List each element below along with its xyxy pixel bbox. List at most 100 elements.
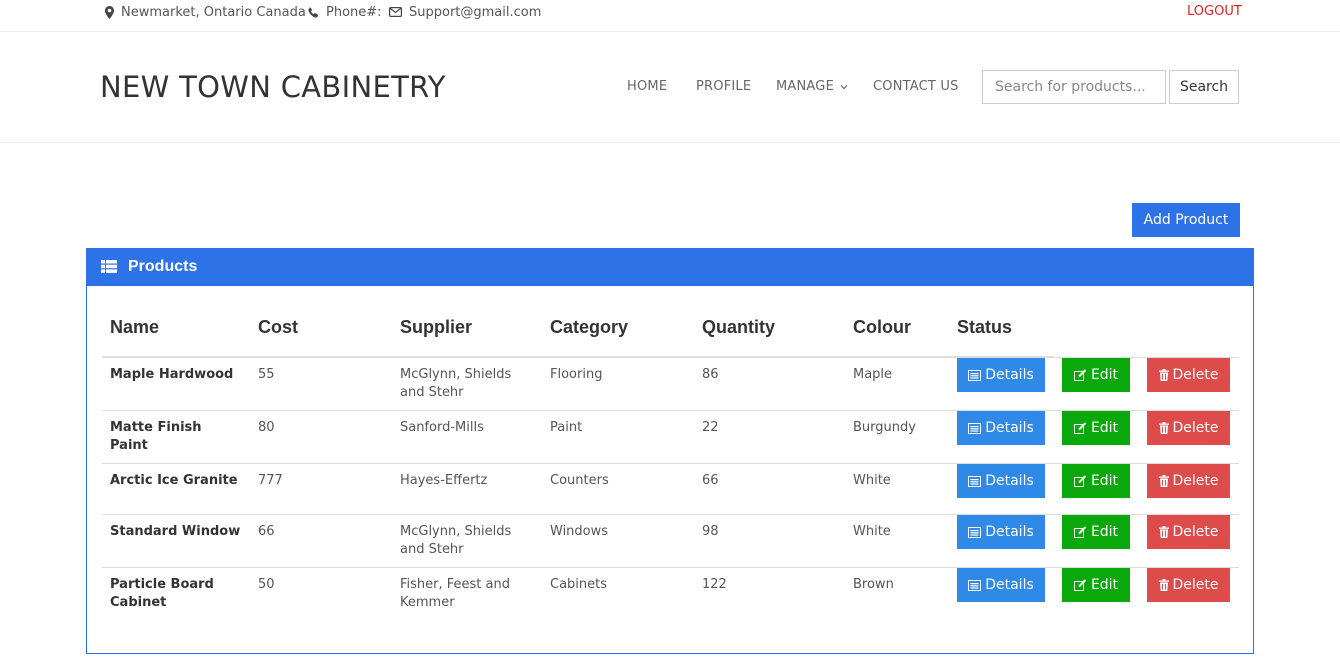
table-row: Arctic Ice Granite 777 Hayes-Effertz Cou…	[102, 463, 1239, 515]
table-row: Matte Finish Paint 80 Sanford-Mills Pain…	[102, 410, 1239, 464]
cell-category: Flooring	[550, 367, 603, 382]
cell-name: Arctic Ice Granite	[102, 463, 250, 515]
column-header-category: Category	[542, 299, 694, 358]
details-button[interactable]: Details	[957, 411, 1045, 445]
cell-cost: 80	[250, 410, 392, 464]
cell-supplier: Fisher, Feest and Kemmer	[392, 567, 542, 621]
edit-label: Edit	[1090, 420, 1119, 436]
list-alt-icon	[968, 422, 982, 434]
cell-name: Standard Window	[102, 514, 250, 568]
cell-quantity: 22	[694, 410, 845, 464]
cell-colour: White	[845, 463, 949, 515]
edit-button[interactable]: Edit	[1062, 515, 1130, 549]
column-header-name: Name	[102, 299, 250, 358]
panel-title: Products	[128, 258, 198, 275]
nav-contact-us[interactable]: CONTACT US	[873, 79, 959, 94]
edit-button[interactable]: Edit	[1062, 568, 1130, 602]
delete-button[interactable]: Delete	[1147, 464, 1230, 498]
details-button[interactable]: Details	[957, 464, 1045, 498]
site-header: NEW TOWN CABINETRY HOME PROFILE MANAGE C…	[0, 32, 1340, 143]
phone-info: Phone#:	[308, 4, 382, 20]
edit-label: Edit	[1090, 577, 1119, 593]
cell-name: Maple Hardwood	[110, 367, 234, 382]
cell-quantity: 66	[694, 463, 845, 515]
nav-profile[interactable]: PROFILE	[696, 79, 751, 94]
delete-label: Delete	[1172, 473, 1219, 489]
table-row: Particle Board Cabinet 50 Fisher, Feest …	[102, 567, 1239, 621]
list-alt-icon	[968, 369, 982, 381]
cell-supplier: McGlynn, Shields and Stehr	[392, 514, 542, 568]
delete-button[interactable]: Delete	[1147, 357, 1230, 392]
cell-category: Paint	[542, 410, 694, 464]
cell-quantity: 98	[694, 514, 845, 568]
list-alt-icon	[968, 475, 982, 487]
email-text: Support@gmail.com	[409, 4, 542, 20]
map-marker-icon	[105, 5, 114, 19]
details-label: Details	[985, 367, 1034, 383]
cell-name: Particle Board Cabinet	[102, 567, 250, 621]
cell-category: Counters	[542, 463, 694, 515]
products-table: Name Cost Supplier Category Quantity Col…	[102, 299, 1239, 621]
details-label: Details	[985, 473, 1034, 489]
column-header-colour: Colour	[845, 299, 949, 358]
edit-label: Edit	[1090, 473, 1119, 489]
cell-colour: Burgundy	[845, 410, 949, 464]
details-button[interactable]: Details	[957, 358, 1045, 392]
edit-icon	[1073, 579, 1087, 591]
column-header-status: Status	[949, 299, 1054, 358]
logout-link[interactable]: LOGOUT	[1187, 4, 1242, 19]
cell-category: Cabinets	[542, 567, 694, 621]
trash-icon	[1158, 475, 1169, 487]
list-icon	[101, 260, 117, 273]
delete-button[interactable]: Delete	[1147, 515, 1230, 549]
cell-cost: 55	[258, 367, 275, 382]
details-button[interactable]: Details	[957, 515, 1045, 549]
search-button[interactable]: Search	[1169, 70, 1239, 104]
nav-manage[interactable]: MANAGE	[776, 79, 848, 94]
cell-category: Windows	[542, 514, 694, 568]
edit-label: Edit	[1090, 524, 1119, 540]
edit-icon	[1073, 422, 1087, 434]
edit-button[interactable]: Edit	[1062, 411, 1130, 445]
edit-icon	[1073, 368, 1087, 381]
edit-icon	[1073, 526, 1087, 538]
site-brand[interactable]: NEW TOWN CABINETRY	[100, 70, 446, 104]
edit-button[interactable]: Edit	[1062, 464, 1130, 498]
list-alt-icon	[968, 526, 982, 538]
details-button[interactable]: Details	[957, 568, 1045, 602]
add-product-button[interactable]: Add Product	[1132, 203, 1240, 237]
delete-label: Delete	[1172, 577, 1219, 593]
cell-colour: Brown	[845, 567, 949, 621]
details-label: Details	[985, 420, 1034, 436]
column-header-quantity: Quantity	[694, 299, 845, 358]
delete-button[interactable]: Delete	[1147, 568, 1230, 602]
list-alt-icon	[968, 579, 982, 591]
nav-home[interactable]: HOME	[627, 79, 667, 94]
search-input[interactable]	[982, 70, 1166, 104]
products-panel: Products Name Cost Supplier Category Qua…	[86, 248, 1254, 654]
phone-icon	[308, 6, 319, 18]
details-label: Details	[985, 577, 1034, 593]
column-header-cost: Cost	[250, 299, 392, 358]
cell-supplier: McGlynn, Shields and Stehr	[400, 367, 512, 400]
delete-label: Delete	[1172, 420, 1219, 436]
nav-manage-label: MANAGE	[776, 79, 834, 94]
envelope-icon	[389, 7, 402, 17]
column-header-supplier: Supplier	[392, 299, 542, 358]
delete-label: Delete	[1172, 366, 1219, 383]
top-info-bar: Newmarket, Ontario Canada Phone#: Suppor…	[0, 0, 1340, 32]
delete-button[interactable]: Delete	[1147, 411, 1230, 445]
delete-label: Delete	[1172, 524, 1219, 540]
edit-button[interactable]: Edit	[1062, 357, 1130, 392]
cell-cost: 50	[250, 567, 392, 621]
cell-supplier: Hayes-Effertz	[392, 463, 542, 515]
table-header-row: Name Cost Supplier Category Quantity Col…	[102, 299, 1239, 358]
cell-cost: 66	[250, 514, 392, 568]
location-text: Newmarket, Ontario Canada	[121, 4, 306, 20]
edit-icon	[1073, 475, 1087, 487]
email-info: Support@gmail.com	[389, 4, 541, 20]
cell-colour: White	[845, 514, 949, 568]
cell-quantity: 122	[694, 567, 845, 621]
cell-cost: 777	[250, 463, 392, 515]
phone-text: Phone#:	[326, 4, 382, 20]
